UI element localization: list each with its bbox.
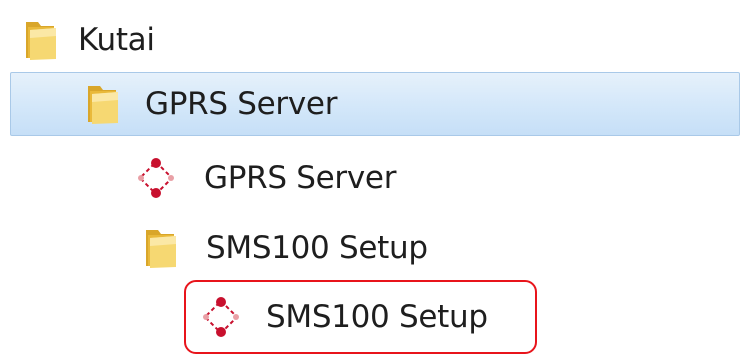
folder-icon bbox=[77, 79, 129, 129]
tree-item-gprs-server-folder[interactable]: GPRS Server bbox=[10, 72, 740, 136]
tree-item-label: SMS100 Setup bbox=[206, 229, 428, 266]
tree-item-sms100-setup-shortcut[interactable]: SMS100 Setup bbox=[184, 280, 537, 354]
tree-item-label: SMS100 Setup bbox=[266, 298, 488, 335]
folder-icon bbox=[16, 16, 66, 64]
app-shortcut-icon bbox=[132, 154, 180, 202]
tree-item-label: GPRS Server bbox=[145, 85, 338, 122]
tree-item-kutai-folder[interactable]: Kutai bbox=[0, 12, 740, 68]
folder-icon bbox=[136, 224, 186, 272]
start-menu-tree: Kutai GPRS Server GPRS Server SMS100 Set… bbox=[0, 0, 740, 360]
tree-item-label: Kutai bbox=[78, 21, 155, 58]
tree-item-sms100-setup-folder[interactable]: SMS100 Setup bbox=[0, 220, 740, 276]
tree-item-gprs-server-shortcut[interactable]: GPRS Server bbox=[0, 150, 740, 206]
tree-item-label: GPRS Server bbox=[204, 159, 397, 196]
app-shortcut-icon bbox=[196, 293, 246, 341]
